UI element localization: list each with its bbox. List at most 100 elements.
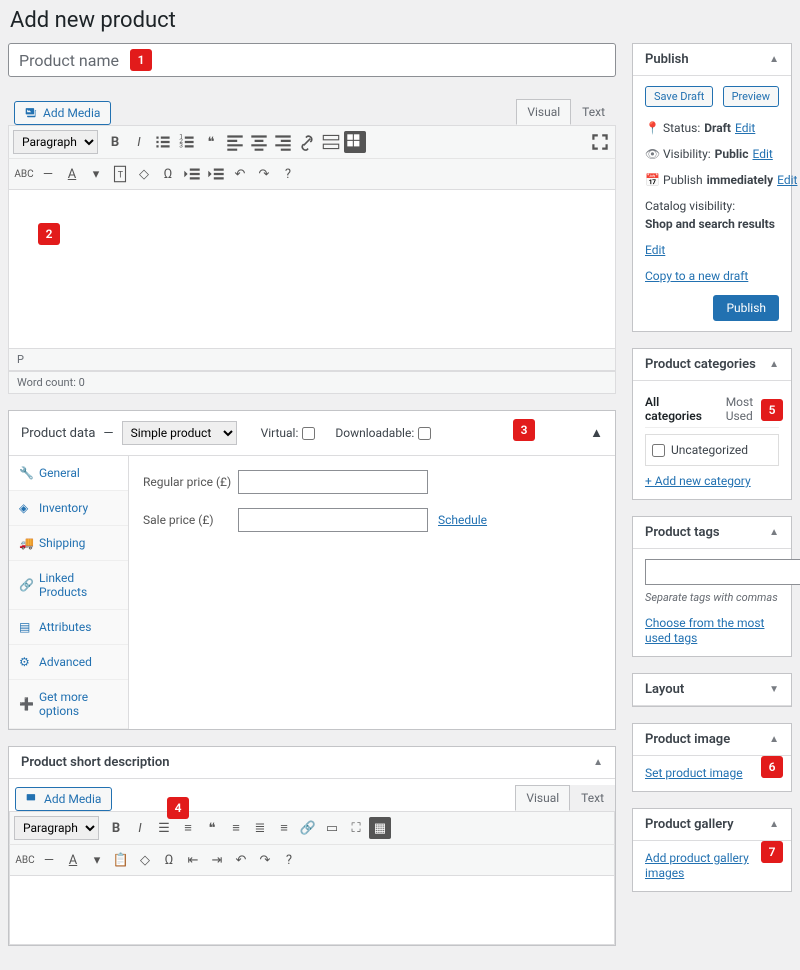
toolbar-toggle-icon[interactable] [344, 131, 366, 153]
tag-input[interactable] [645, 559, 800, 585]
bullet-list-icon[interactable] [152, 131, 174, 153]
undo-icon[interactable]: ↶ [229, 163, 251, 185]
align-right-icon[interactable]: ≡ [273, 817, 295, 839]
main-editor-area[interactable] [8, 189, 616, 349]
special-char-icon[interactable]: Ω [158, 849, 180, 871]
align-left-icon[interactable] [224, 131, 246, 153]
strike-icon[interactable]: ABC [13, 163, 35, 185]
special-char-icon[interactable]: Ω [157, 163, 179, 185]
virtual-checkbox[interactable]: Virtual: [261, 426, 316, 440]
cat-tab-most[interactable]: Most Used [726, 395, 779, 423]
choose-tags-link[interactable]: Choose from the most used tags [645, 616, 764, 645]
collapse-toggle-icon[interactable]: ▲ [590, 425, 603, 441]
strike-icon[interactable]: ABC [14, 849, 36, 871]
product-name-input[interactable] [8, 43, 616, 77]
paste-text-icon[interactable]: T [109, 163, 131, 185]
preview-button[interactable]: Preview [723, 86, 779, 107]
number-list-icon[interactable]: 123 [176, 131, 198, 153]
tab-text[interactable]: Text [571, 99, 616, 125]
bullet-list-icon[interactable]: ☰ [153, 817, 175, 839]
collapse-toggle-icon[interactable]: ▲ [769, 359, 779, 370]
category-uncategorized[interactable]: Uncategorized [650, 439, 774, 461]
sale-price-input[interactable] [238, 508, 428, 532]
redo-icon[interactable]: ↷ [253, 163, 275, 185]
product-type-select[interactable]: Simple product [122, 421, 237, 445]
toolbar-toggle-icon[interactable]: ▦ [369, 817, 391, 839]
outdent-icon[interactable] [181, 163, 203, 185]
help-icon[interactable]: ? [278, 849, 300, 871]
cat-tab-all[interactable]: All categories [645, 395, 714, 423]
tab-visual-2[interactable]: Visual [515, 785, 570, 811]
add-media-button-2[interactable]: Add Media [15, 787, 112, 811]
pd-tab-linked[interactable]: 🔗Linked Products [9, 561, 128, 610]
collapse-toggle-icon[interactable]: ▲ [593, 757, 603, 768]
short-desc-editor[interactable] [9, 875, 615, 945]
publish-button[interactable]: Publish [713, 295, 779, 321]
copy-draft-link[interactable]: Copy to a new draft [645, 269, 748, 283]
tab-text-2[interactable]: Text [570, 785, 615, 811]
editor-path: P [17, 353, 24, 366]
quote-icon[interactable]: ❝ [201, 817, 223, 839]
regular-price-input[interactable] [238, 470, 428, 494]
pd-tab-inventory[interactable]: ◈Inventory [9, 491, 128, 526]
regular-price-label: Regular price (£) [143, 475, 238, 489]
align-center-icon[interactable] [248, 131, 270, 153]
outdent-icon[interactable]: ⇤ [182, 849, 204, 871]
collapse-toggle-icon[interactable]: ▲ [769, 819, 779, 830]
text-color-icon[interactable]: A [62, 849, 84, 871]
edit-catalog-link[interactable]: Edit [645, 243, 665, 257]
insert-more-icon[interactable]: ▭ [321, 817, 343, 839]
pd-tab-shipping[interactable]: 🚚Shipping [9, 526, 128, 561]
pd-tab-general[interactable]: 🔧General [9, 456, 128, 491]
number-list-icon[interactable]: ≡ [177, 817, 199, 839]
schedule-link[interactable]: Schedule [438, 513, 487, 527]
fullscreen-icon[interactable] [589, 131, 611, 153]
paste-text-icon[interactable]: 📋 [110, 849, 132, 871]
downloadable-checkbox[interactable]: Downloadable: [335, 426, 431, 440]
set-product-image-link[interactable]: Set product image [645, 766, 743, 780]
format-select-2[interactable]: Paragraph [14, 816, 99, 840]
pd-tab-more[interactable]: ➕Get more options [9, 680, 128, 729]
text-color-icon[interactable]: A [61, 163, 83, 185]
clear-format-icon[interactable]: ◇ [134, 849, 156, 871]
clear-format-icon[interactable]: ◇ [133, 163, 155, 185]
hr-icon[interactable]: — [38, 849, 60, 871]
indent-icon[interactable] [205, 163, 227, 185]
align-right-icon[interactable] [272, 131, 294, 153]
add-media-button[interactable]: Add Media [14, 101, 111, 125]
edit-date-link[interactable]: Edit [777, 173, 797, 187]
indent-icon[interactable]: ⇥ [206, 849, 228, 871]
bold-icon[interactable]: B [104, 131, 126, 153]
pd-tab-attributes[interactable]: ▤Attributes [9, 610, 128, 645]
text-color-caret-icon[interactable]: ▾ [85, 163, 107, 185]
collapse-toggle-icon[interactable]: ▲ [769, 54, 779, 65]
add-category-link[interactable]: + Add new category [645, 474, 751, 488]
tab-visual[interactable]: Visual [516, 99, 571, 125]
italic-icon[interactable]: I [128, 131, 150, 153]
link-icon[interactable] [296, 131, 318, 153]
add-gallery-link[interactable]: Add product gallery images [645, 851, 749, 880]
hr-icon[interactable]: — [37, 163, 59, 185]
link-icon[interactable]: 🔗 [297, 817, 319, 839]
redo-icon[interactable]: ↷ [254, 849, 276, 871]
product-image-title: Product image [645, 732, 730, 747]
undo-icon[interactable]: ↶ [230, 849, 252, 871]
edit-visibility-link[interactable]: Edit [752, 147, 772, 161]
collapse-toggle-icon[interactable]: ▲ [769, 527, 779, 538]
pd-tab-advanced[interactable]: ⚙Advanced [9, 645, 128, 680]
fullscreen-icon[interactable]: ⛶ [345, 817, 367, 839]
insert-more-icon[interactable] [320, 131, 342, 153]
collapse-toggle-icon[interactable]: ▲ [769, 734, 779, 745]
bold-icon[interactable]: B [105, 817, 127, 839]
edit-status-link[interactable]: Edit [735, 121, 755, 135]
tags-hint: Separate tags with commas [645, 591, 779, 604]
format-select[interactable]: Paragraph [13, 130, 98, 154]
quote-icon[interactable]: ❝ [200, 131, 222, 153]
align-center-icon[interactable]: ≣ [249, 817, 271, 839]
help-icon[interactable]: ? [277, 163, 299, 185]
save-draft-button[interactable]: Save Draft [645, 86, 713, 107]
align-left-icon[interactable]: ≡ [225, 817, 247, 839]
italic-icon[interactable]: I [129, 817, 151, 839]
text-color-caret-icon[interactable]: ▾ [86, 849, 108, 871]
expand-toggle-icon[interactable]: ▼ [769, 684, 779, 695]
